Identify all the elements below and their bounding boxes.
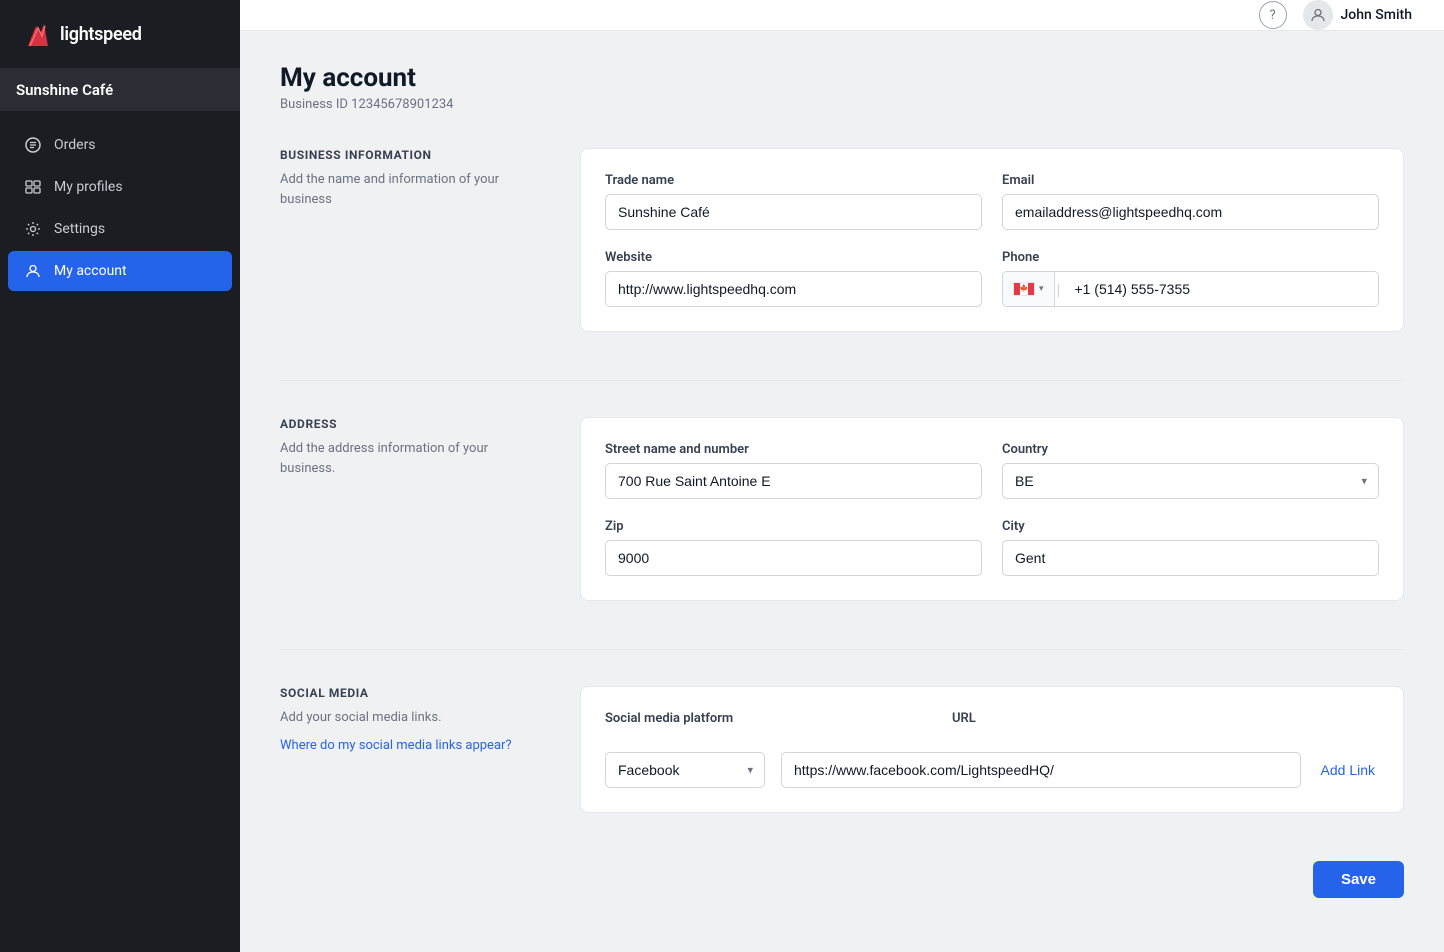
social-platform-url-row: Social media platform URL	[605, 711, 1379, 732]
city-label: City	[1002, 519, 1379, 534]
website-group: Website	[605, 250, 982, 307]
city-input[interactable]	[1002, 540, 1379, 576]
logo-text: lightspeed	[60, 24, 142, 45]
my-profiles-label: My profiles	[54, 179, 123, 195]
zip-input[interactable]	[605, 540, 982, 576]
zip-city-row: Zip City	[605, 519, 1379, 576]
email-label: Email	[1002, 173, 1379, 188]
street-country-row: Street name and number Country BE CA US …	[605, 442, 1379, 499]
user-menu[interactable]: John Smith	[1303, 0, 1412, 30]
phone-chevron-icon: ▾	[1039, 284, 1044, 294]
social-title: SOCIAL MEDIA	[280, 686, 540, 700]
social-link[interactable]: Where do my social media links appear?	[280, 738, 540, 753]
footer-actions: Save	[280, 861, 1404, 930]
trade-name-group: Trade name	[605, 173, 982, 230]
address-section: ADDRESS Add the address information of y…	[280, 417, 1404, 601]
my-account-label: My account	[54, 263, 127, 279]
url-label: URL	[952, 711, 1279, 726]
add-link-button[interactable]: Add Link	[1317, 754, 1379, 786]
account-icon	[24, 262, 42, 280]
street-label: Street name and number	[605, 442, 982, 457]
social-media-section: SOCIAL MEDIA Add your social media links…	[280, 686, 1404, 813]
street-input[interactable]	[605, 463, 982, 499]
divider-1	[280, 380, 1404, 381]
platform-label: Social media platform	[605, 711, 932, 726]
page-title: My account	[280, 63, 1404, 93]
section-info-address: ADDRESS Add the address information of y…	[280, 417, 540, 601]
city-group: City	[1002, 519, 1379, 576]
url-input-group	[781, 752, 1301, 788]
social-desc: Add your social media links.	[280, 708, 540, 728]
phone-group: Phone 🍁 ▾ |	[1002, 250, 1379, 307]
country-select[interactable]: BE CA US FR	[1002, 463, 1379, 499]
section-info-business: BUSINESS INFORMATION Add the name and in…	[280, 148, 540, 332]
profiles-icon	[24, 178, 42, 196]
website-phone-row: Website Phone 🍁 ▾	[605, 250, 1379, 307]
url-group: URL	[952, 711, 1279, 732]
section-info-social: SOCIAL MEDIA Add your social media links…	[280, 686, 540, 813]
orders-icon	[24, 136, 42, 154]
phone-input-wrapper: 🍁 ▾ |	[1002, 271, 1379, 307]
phone-number-input[interactable]	[1062, 272, 1378, 306]
trade-name-label: Trade name	[605, 173, 982, 188]
business-info-section: BUSINESS INFORMATION Add the name and in…	[280, 148, 1404, 332]
social-input-row: Facebook Instagram Twitter LinkedIn Add …	[605, 752, 1379, 788]
trade-name-input[interactable]	[605, 194, 982, 230]
sidebar-item-orders[interactable]: Orders	[8, 125, 232, 165]
email-input[interactable]	[1002, 194, 1379, 230]
page-content: My account Business ID 12345678901234 BU…	[240, 31, 1444, 952]
sidebar-item-settings[interactable]: Settings	[8, 209, 232, 249]
phone-label: Phone	[1002, 250, 1379, 265]
country-select-wrapper: BE CA US FR	[1002, 463, 1379, 499]
platform-select-wrapper: Facebook Instagram Twitter LinkedIn	[605, 752, 765, 788]
platform-group: Social media platform	[605, 711, 932, 732]
business-info-desc: Add the name and information of your bus…	[280, 170, 540, 209]
address-title: ADDRESS	[280, 417, 540, 431]
platform-select[interactable]: Facebook Instagram Twitter LinkedIn	[605, 752, 765, 788]
topbar: ? John Smith	[240, 0, 1444, 31]
email-group: Email	[1002, 173, 1379, 230]
sidebar-nav: Orders My profiles Settings	[0, 119, 240, 952]
settings-label: Settings	[54, 221, 105, 237]
help-button[interactable]: ?	[1259, 1, 1287, 29]
logo[interactable]: lightspeed	[0, 0, 240, 68]
settings-icon	[24, 220, 42, 238]
website-input[interactable]	[605, 271, 982, 307]
sidebar-item-my-account[interactable]: My account	[8, 251, 232, 291]
address-card: Street name and number Country BE CA US …	[580, 417, 1404, 601]
main-content: ? John Smith My account Business ID 1234…	[240, 0, 1444, 952]
save-button[interactable]: Save	[1313, 861, 1404, 898]
business-name: Sunshine Café	[16, 81, 113, 99]
divider-2	[280, 649, 1404, 650]
address-desc: Add the address information of your busi…	[280, 439, 540, 478]
social-url-input[interactable]	[781, 752, 1301, 788]
website-label: Website	[605, 250, 982, 265]
orders-label: Orders	[54, 137, 96, 153]
street-group: Street name and number	[605, 442, 982, 499]
avatar	[1303, 0, 1333, 30]
lightspeed-logo-icon	[20, 18, 52, 50]
business-id: Business ID 12345678901234	[280, 97, 1404, 112]
social-media-card: Social media platform URL Facebook Insta…	[580, 686, 1404, 813]
country-label: Country	[1002, 442, 1379, 457]
trade-email-row: Trade name Email	[605, 173, 1379, 230]
zip-group: Zip	[605, 519, 982, 576]
phone-flag-selector[interactable]: 🍁 ▾	[1003, 272, 1055, 306]
country-group: Country BE CA US FR	[1002, 442, 1379, 499]
zip-label: Zip	[605, 519, 982, 534]
sidebar-business[interactable]: Sunshine Café	[0, 68, 240, 111]
username-label: John Smith	[1341, 7, 1412, 23]
sidebar-item-my-profiles[interactable]: My profiles	[8, 167, 232, 207]
sidebar: lightspeed Sunshine Café Orders	[0, 0, 240, 952]
business-info-title: BUSINESS INFORMATION	[280, 148, 540, 162]
help-icon: ?	[1269, 8, 1275, 23]
business-info-card: Trade name Email Website Phone	[580, 148, 1404, 332]
